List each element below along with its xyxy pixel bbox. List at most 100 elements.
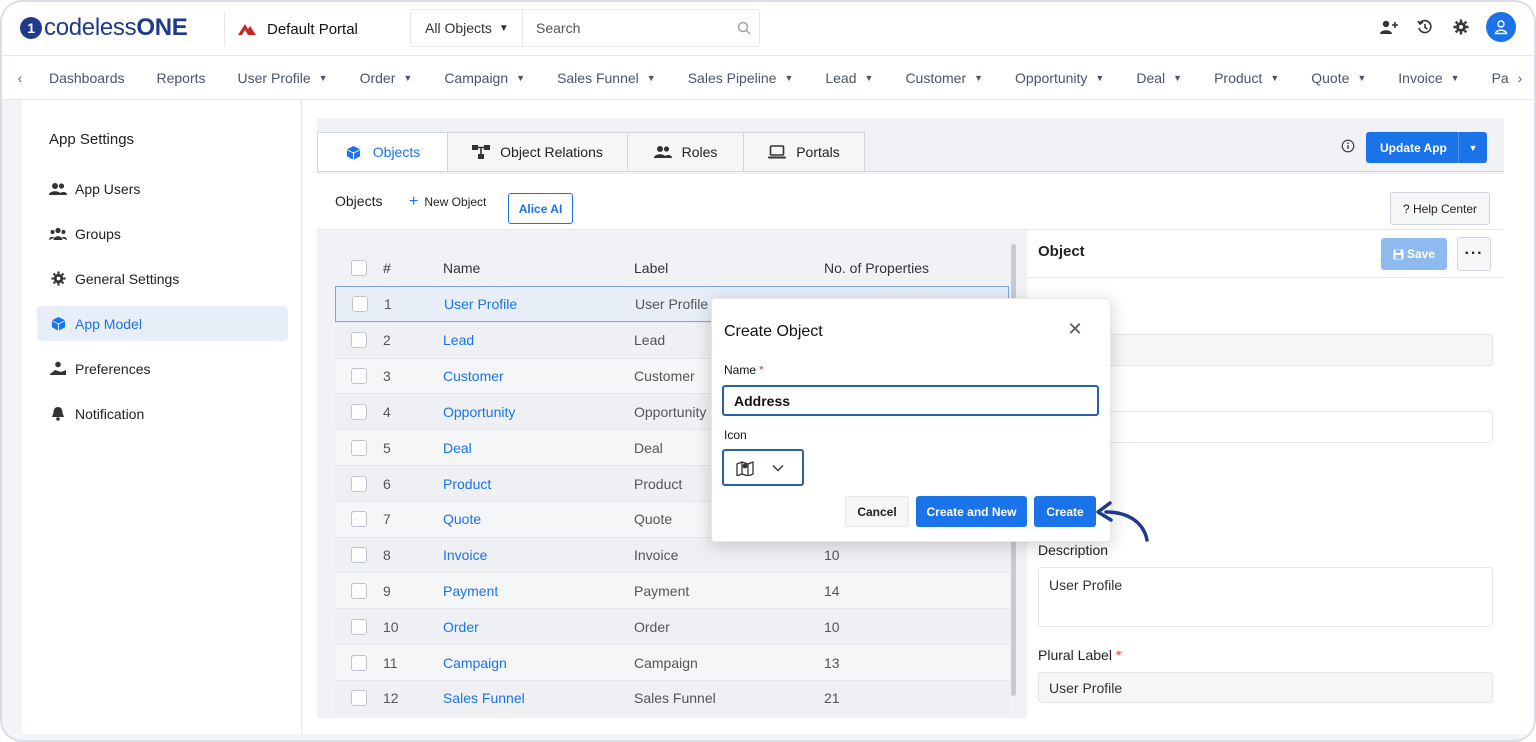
nav-item-deal[interactable]: Deal ▼	[1136, 70, 1182, 86]
app-window: 1 codeless ONE Default Portal All Objects…	[0, 0, 1536, 742]
create-and-new-button[interactable]: Create and New	[916, 496, 1027, 527]
table-row[interactable]: 11 Campaign Campaign 13	[335, 644, 1009, 680]
nav-item-dashboards[interactable]: Dashboards	[49, 70, 125, 86]
user-avatar[interactable]	[1486, 12, 1516, 42]
more-options-button[interactable]: ···	[1457, 237, 1491, 271]
sidebar-title: App Settings	[49, 131, 135, 148]
update-app-dropdown-icon[interactable]: ▼	[1459, 143, 1487, 153]
caret-down-icon: ▼	[646, 73, 656, 83]
nav-item-campaign[interactable]: Campaign ▼	[444, 70, 525, 86]
cube-icon	[345, 144, 363, 160]
row-name-link[interactable]: Sales Funnel	[443, 690, 634, 706]
sidebar-item-notification[interactable]: Notification	[37, 396, 288, 431]
row-name-link[interactable]: Customer	[443, 368, 634, 384]
sidebar-item-preferences[interactable]: Preferences	[37, 351, 288, 386]
object-filter-select[interactable]: All Objects ▼	[411, 10, 523, 46]
nav-item-reports[interactable]: Reports	[157, 70, 206, 86]
object-name-input[interactable]	[722, 385, 1099, 416]
nav-item-label: Customer	[905, 70, 967, 86]
nav-item-product[interactable]: Product ▼	[1214, 70, 1279, 86]
history-icon[interactable]	[1414, 16, 1436, 38]
row-checkbox[interactable]	[351, 475, 367, 492]
sidebar-item-general-settings[interactable]: General Settings	[37, 261, 288, 296]
new-object-button[interactable]: + New Object	[409, 189, 486, 215]
nav-scroll-left-icon[interactable]: ‹	[10, 56, 30, 100]
tab-portals[interactable]: Portals	[743, 132, 865, 172]
logo[interactable]: 1 codeless ONE	[20, 14, 188, 42]
row-properties: 14	[824, 582, 840, 599]
cancel-button[interactable]: Cancel	[845, 496, 909, 527]
nav-item-lead[interactable]: Lead ▼	[825, 70, 873, 86]
create-button[interactable]: Create	[1034, 496, 1096, 527]
add-user-icon[interactable]	[1378, 16, 1400, 38]
nav-item-opportunity[interactable]: Opportunity ▼	[1015, 70, 1104, 86]
plural-label-field[interactable]: User Profile	[1038, 672, 1493, 703]
row-name-link[interactable]: User Profile	[444, 296, 635, 312]
icon-select[interactable]	[722, 449, 804, 486]
nav-item-user-profile[interactable]: User Profile ▼	[238, 70, 328, 86]
nav-item-quote[interactable]: Quote ▼	[1311, 70, 1366, 86]
save-button[interactable]: Save	[1381, 238, 1447, 270]
row-checkbox[interactable]	[351, 332, 367, 349]
search-icon[interactable]	[729, 21, 759, 35]
row-checkbox-cell	[335, 439, 383, 456]
row-checkbox[interactable]	[351, 654, 367, 671]
row-name-link[interactable]: Order	[443, 619, 634, 635]
sidebar-item-label: App Users	[75, 180, 141, 197]
table-row[interactable]: 12 Sales Funnel Sales Funnel 21	[335, 679, 1009, 716]
sidebar-item-groups[interactable]: Groups	[37, 216, 288, 251]
row-checkbox[interactable]	[351, 690, 367, 707]
column-header-name[interactable]: Name	[443, 260, 634, 276]
nav-item-sales-funnel[interactable]: Sales Funnel ▼	[557, 70, 656, 86]
row-checkbox[interactable]	[351, 618, 367, 635]
bell-icon	[49, 406, 67, 422]
table-row[interactable]: 9 Payment Payment 14	[335, 572, 1009, 609]
tab-roles[interactable]: Roles	[627, 132, 743, 172]
update-app-button[interactable]: Update App ▼	[1366, 132, 1487, 163]
close-icon[interactable]: ✕	[1066, 319, 1084, 339]
row-name-link[interactable]: Campaign	[443, 655, 634, 671]
tab-label: Objects	[372, 144, 421, 160]
column-header-num[interactable]: #	[383, 260, 443, 276]
row-checkbox[interactable]	[351, 368, 367, 385]
alice-ai-button[interactable]: Alice AI	[508, 193, 573, 224]
table-row[interactable]: 10 Order Order 10	[335, 608, 1009, 645]
tab-object-relations[interactable]: Object Relations	[447, 132, 627, 172]
row-checkbox[interactable]	[351, 582, 367, 599]
gear-icon[interactable]	[1450, 16, 1472, 38]
detail-title: Object	[1038, 243, 1085, 260]
row-number: 12	[383, 690, 399, 707]
nav-item-sales-pipeline[interactable]: Sales Pipeline ▼	[688, 70, 794, 86]
row-checkbox[interactable]	[351, 547, 367, 564]
info-icon[interactable]	[1341, 139, 1355, 153]
row-name-link[interactable]: Opportunity	[443, 404, 634, 420]
column-header-properties[interactable]: No. of Properties	[824, 260, 1004, 276]
description-textarea[interactable]: User Profile	[1038, 567, 1493, 627]
sidebar-item-app-model[interactable]: App Model	[37, 306, 288, 341]
row-properties: 13	[824, 654, 840, 671]
column-header-label[interactable]: Label	[634, 260, 824, 276]
row-name-link[interactable]: Product	[443, 476, 634, 492]
select-all-checkbox[interactable]	[351, 260, 367, 276]
sidebar-item-app-users[interactable]: App Users	[37, 171, 288, 206]
nav-item-customer[interactable]: Customer ▼	[905, 70, 983, 86]
app-settings-sidebar: App Settings App Users Groups General Sett…	[22, 100, 302, 734]
row-checkbox[interactable]	[351, 439, 367, 456]
nav-item-pa[interactable]: Pa	[1492, 70, 1509, 86]
row-name-link[interactable]: Lead	[443, 332, 634, 348]
search-input[interactable]	[523, 10, 729, 46]
row-name-link[interactable]: Deal	[443, 440, 634, 456]
portal-switcher[interactable]: Default Portal	[224, 12, 358, 46]
row-name-link[interactable]: Payment	[443, 583, 634, 599]
nav-item-order[interactable]: Order ▼	[360, 70, 413, 86]
nav-item-invoice[interactable]: Invoice ▼	[1398, 70, 1459, 86]
tab-objects[interactable]: Objects	[317, 132, 447, 172]
row-name-link[interactable]: Invoice	[443, 547, 634, 563]
row-checkbox[interactable]	[352, 296, 368, 312]
row-checkbox[interactable]	[351, 403, 367, 420]
help-center-button[interactable]: ? Help Center	[1390, 192, 1490, 225]
nav-scroll-right-icon[interactable]: ›	[1510, 56, 1530, 100]
row-checkbox[interactable]	[351, 511, 367, 528]
nav-item-label: Campaign	[444, 70, 509, 86]
row-name-link[interactable]: Quote	[443, 511, 634, 527]
